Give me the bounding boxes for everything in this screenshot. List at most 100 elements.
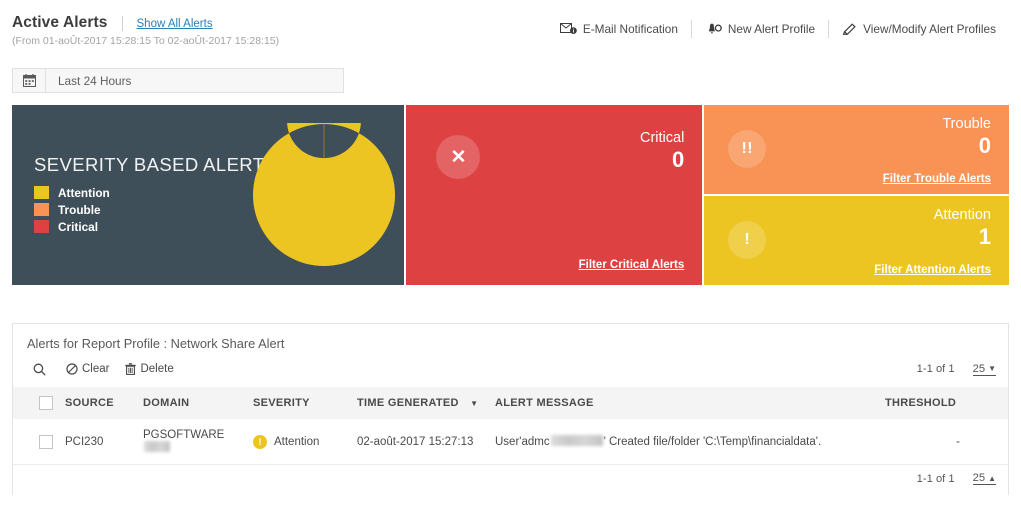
alert-message-prefix: User'admc: [495, 436, 550, 448]
view-modify-alert-profiles-label: View/Modify Alert Profiles: [863, 22, 996, 36]
legend-label-critical: Critical: [58, 219, 98, 234]
pencil-icon: [842, 22, 857, 36]
select-all-checkbox[interactable]: [39, 396, 53, 410]
search-button[interactable]: [33, 363, 50, 376]
trouble-card-text: Trouble 0: [942, 115, 991, 158]
column-time-generated[interactable]: TIME GENERATED ▼: [343, 387, 495, 419]
view-modify-alert-profiles-button[interactable]: View/Modify Alert Profiles: [829, 22, 1009, 36]
alerts-table-head: SOURCE DOMAIN SEVERITY TIME GENERATED ▼ …: [13, 387, 1008, 419]
new-alert-profile-label: New Alert Profile: [727, 22, 816, 36]
header-actions: E-Mail Notification New Alert Profile Vi…: [547, 20, 1009, 38]
email-notification-label: E-Mail Notification: [582, 22, 678, 36]
chevron-up-icon: ▲: [988, 473, 996, 483]
pager-bottom-page-size[interactable]: 25 ▲: [972, 472, 996, 485]
alerts-table-header-row: SOURCE DOMAIN SEVERITY TIME GENERATED ▼ …: [13, 387, 1008, 419]
time-range-value: Last 24 Hours: [58, 73, 132, 88]
critical-card-label: Critical: [639, 130, 685, 146]
alerts-panel: Alerts for Report Profile : Network Shar…: [12, 323, 1009, 495]
severity-based-alerts-card: SEVERITY BASED ALERTS Attention Trouble …: [12, 105, 405, 285]
exclamation-icon: !: [728, 221, 767, 259]
trouble-attention-stack: !! Trouble 0 Filter Trouble Alerts ! Att…: [704, 105, 1009, 285]
critical-card-count: 0: [672, 147, 685, 172]
status-badge: !: [253, 434, 267, 449]
trouble-alerts-card[interactable]: !! Trouble 0 Filter Trouble Alerts: [704, 105, 1009, 194]
close-x-icon: ✕: [436, 135, 481, 179]
cell-domain-value: PGSOFTWARE: [143, 429, 225, 441]
pager-bottom: 1-1 of 1 25 ▲: [917, 472, 996, 485]
severity-donut-wrap: [244, 123, 404, 267]
delete-button[interactable]: Delete: [125, 363, 174, 375]
show-all-alerts-link[interactable]: Show All Alerts: [137, 18, 213, 30]
pager-top-range: 1-1 of 1: [916, 363, 955, 375]
redacted-domain-block: [144, 441, 170, 452]
attention-alerts-card[interactable]: ! Attention 1 Filter Attention Alerts: [704, 196, 1009, 285]
pager-top-page-size-value: 25: [972, 362, 986, 375]
envelope-info-icon: [559, 23, 577, 35]
column-time-generated-label: TIME GENERATED: [357, 397, 459, 409]
legend-item-trouble[interactable]: Trouble: [34, 203, 244, 217]
alerts-table-body: PCI230 PGSOFTWARE ! Attention 02-août-20…: [13, 419, 1008, 465]
cell-threshold: -: [885, 419, 1008, 465]
clear-label: Clear: [82, 363, 110, 375]
legend-item-attention[interactable]: Attention: [34, 186, 244, 200]
severity-value: ! Attention: [253, 434, 343, 449]
trash-icon: [125, 363, 137, 375]
cell-severity: ! Attention: [253, 419, 343, 465]
clear-button[interactable]: Clear: [66, 363, 109, 375]
attention-card-label: Attention: [933, 207, 991, 223]
pager-bottom-page-size-value: 25: [972, 472, 986, 484]
critical-card-text: Critical 0: [640, 129, 684, 172]
attention-card-text: Attention 1: [934, 206, 991, 249]
legend-item-critical[interactable]: Critical: [34, 220, 244, 234]
column-source[interactable]: SOURCE: [65, 387, 143, 419]
pager-top-page-size[interactable]: 25 ▼: [972, 362, 996, 376]
cell-domain: PGSOFTWARE: [143, 419, 253, 465]
legend-label-attention: Attention: [58, 185, 110, 200]
filter-critical-alerts-link[interactable]: Filter Critical Alerts: [579, 259, 685, 271]
cell-alert-message: User'admc ' Created file/folder 'C:\Temp\…: [495, 419, 885, 465]
legend-swatch-critical: [34, 220, 49, 233]
severity-legend-area: SEVERITY BASED ALERTS Attention Trouble …: [12, 153, 278, 237]
new-alert-profile-button[interactable]: New Alert Profile: [692, 22, 828, 36]
row-checkbox[interactable]: [39, 434, 53, 449]
calendar-icon: [13, 69, 46, 92]
severity-donut-chart[interactable]: [252, 123, 396, 267]
redacted-username-block: [550, 435, 603, 446]
trouble-card-label: Trouble: [942, 116, 991, 132]
email-notification-button[interactable]: E-Mail Notification: [547, 22, 691, 36]
column-alert-message[interactable]: ALERT MESSAGE: [495, 387, 885, 419]
attention-card-count: 1: [978, 224, 991, 249]
alerts-panel-title: Alerts for Report Profile : Network Shar…: [27, 336, 285, 351]
title-divider: [121, 15, 123, 31]
chevron-down-icon: ▼: [988, 364, 996, 373]
filter-trouble-alerts-link[interactable]: Filter Trouble Alerts: [883, 173, 991, 185]
alerts-panel-footer: 1-1 of 1 25 ▲: [13, 465, 1008, 495]
time-range-filter[interactable]: Last 24 Hours: [12, 68, 344, 93]
legend-swatch-trouble: [34, 203, 49, 216]
trouble-card-count: 0: [978, 133, 991, 158]
cell-time-generated: 02-août-2017 15:27:13: [343, 419, 495, 465]
pager-top: 1-1 of 1 25 ▼: [917, 363, 996, 376]
legend-label-trouble: Trouble: [58, 202, 101, 217]
alerts-table: SOURCE DOMAIN SEVERITY TIME GENERATED ▼ …: [13, 387, 1008, 465]
column-threshold[interactable]: THRESHOLD: [885, 387, 1008, 419]
alert-message-suffix: ' Created file/folder 'C:\Temp\financial…: [603, 436, 822, 448]
table-row[interactable]: PCI230 PGSOFTWARE ! Attention 02-août-20…: [13, 419, 1008, 465]
critical-alerts-card[interactable]: ✕ Critical 0 Filter Critical Alerts: [406, 105, 703, 285]
summary-cards-row: SEVERITY BASED ALERTS Attention Trouble …: [12, 105, 1009, 285]
cell-source: PCI230: [65, 419, 143, 465]
search-icon: [33, 363, 46, 376]
row-select-cell: [13, 419, 65, 465]
page-title: Active Alerts: [12, 14, 108, 31]
severity-label: Attention: [274, 435, 320, 448]
pager-bottom-range: 1-1 of 1: [916, 472, 955, 485]
column-select-all: [13, 387, 65, 419]
double-exclamation-icon: !!: [728, 130, 767, 168]
legend-swatch-attention: [34, 186, 49, 199]
column-severity[interactable]: SEVERITY: [253, 387, 343, 419]
severity-card-heading: SEVERITY BASED ALERTS: [34, 153, 278, 175]
filter-attention-alerts-link[interactable]: Filter Attention Alerts: [874, 264, 991, 276]
alerts-panel-toolbar: Clear Delete 1-1 of 1 25 ▼: [13, 351, 1008, 387]
bell-plus-icon: [705, 23, 722, 36]
column-domain[interactable]: DOMAIN: [143, 387, 253, 419]
